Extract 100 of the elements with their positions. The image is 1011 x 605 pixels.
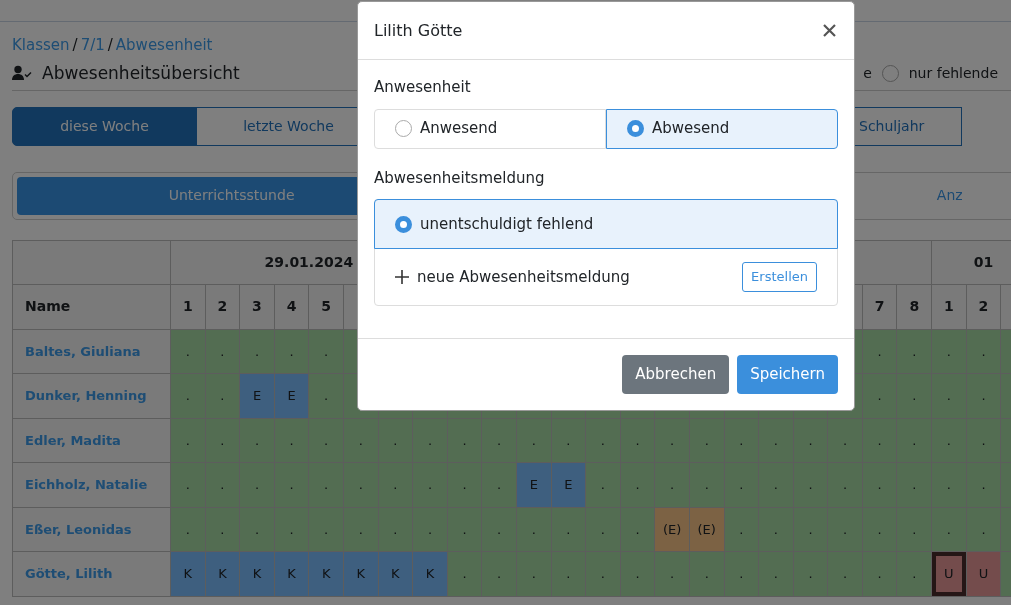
- attendance-cell[interactable]: .: [654, 551, 690, 596]
- attendance-cell[interactable]: .: [205, 373, 240, 418]
- attendance-cell[interactable]: .: [516, 507, 552, 552]
- attendance-cell[interactable]: .: [620, 507, 655, 552]
- attendance-cell[interactable]: E: [551, 462, 586, 507]
- attendance-cell[interactable]: .: [827, 507, 863, 552]
- attendance-cell[interactable]: .: [931, 462, 967, 507]
- attendance-cell[interactable]: .: [378, 418, 413, 463]
- attendance-cell[interactable]: K: [308, 551, 344, 596]
- attendance-cell[interactable]: .: [654, 462, 690, 507]
- attendance-cell[interactable]: .: [412, 507, 448, 552]
- attendance-cell[interactable]: .: [170, 373, 206, 418]
- attendance-cell[interactable]: .: [827, 551, 863, 596]
- attendance-cell[interactable]: .: [793, 551, 828, 596]
- attendance-cell[interactable]: .: [931, 329, 967, 374]
- attendance-cell[interactable]: K: [205, 551, 240, 596]
- attendance-cell[interactable]: E: [516, 462, 552, 507]
- attendance-cell[interactable]: (E): [689, 507, 724, 552]
- attendance-cell[interactable]: .: [724, 462, 759, 507]
- attendance-cell[interactable]: .: [378, 507, 413, 552]
- cancel-button[interactable]: Abbrechen: [622, 355, 730, 394]
- breadcrumb-link[interactable]: 7/1: [80, 34, 105, 57]
- attendance-cell[interactable]: .: [758, 462, 794, 507]
- attendance-cell[interactable]: .: [343, 507, 379, 552]
- attendance-cell[interactable]: .: [205, 329, 240, 374]
- attendance-cell[interactable]: .: [654, 418, 690, 463]
- attendance-cell[interactable]: .: [481, 418, 517, 463]
- attendance-cell[interactable]: .: [239, 507, 275, 552]
- attendance-cell[interactable]: .: [689, 551, 724, 596]
- attendance-cell[interactable]: .: [447, 462, 482, 507]
- attendance-cell[interactable]: .: [896, 373, 932, 418]
- attendance-cell[interactable]: .: [170, 329, 206, 374]
- student-name-link[interactable]: Edler, Madita: [25, 432, 121, 448]
- attendance-cell[interactable]: .: [274, 418, 309, 463]
- attendance-cell[interactable]: .: [308, 507, 344, 552]
- attendance-cell[interactable]: .: [308, 329, 344, 374]
- attendance-cell[interactable]: .: [481, 462, 517, 507]
- attendance-cell[interactable]: .: [896, 462, 932, 507]
- attendance-cell[interactable]: .: [724, 418, 759, 463]
- student-name-link[interactable]: Eßer, Leonidas: [25, 521, 132, 537]
- attendance-cell[interactable]: .: [896, 551, 932, 596]
- attendance-cell[interactable]: K: [412, 551, 448, 596]
- attendance-cell[interactable]: .: [724, 507, 759, 552]
- attendance-cell[interactable]: .: [481, 551, 517, 596]
- attendance-cell[interactable]: K: [378, 551, 413, 596]
- attendance-cell[interactable]: .: [966, 329, 1001, 374]
- attendance-cell[interactable]: .: [239, 329, 275, 374]
- attendance-cell[interactable]: .: [862, 373, 897, 418]
- attendance-cell[interactable]: .: [966, 418, 1001, 463]
- attendance-cell[interactable]: K: [274, 551, 309, 596]
- save-button[interactable]: Speichern: [737, 355, 838, 394]
- attendance-cell[interactable]: .: [966, 507, 1001, 552]
- attendance-cell[interactable]: .: [620, 418, 655, 463]
- attendance-cell[interactable]: .: [862, 462, 897, 507]
- attendance-cell[interactable]: .: [516, 418, 552, 463]
- attendance-cell[interactable]: .: [758, 551, 794, 596]
- attendance-cell[interactable]: .: [308, 462, 344, 507]
- attendance-cell[interactable]: .: [205, 507, 240, 552]
- radio-button[interactable]: [881, 64, 899, 82]
- attendance-cell[interactable]: .: [758, 418, 794, 463]
- attendance-cell[interactable]: .: [205, 418, 240, 463]
- attendance-cell[interactable]: .: [793, 507, 828, 552]
- attendance-cell[interactable]: .: [896, 418, 932, 463]
- attendance-option[interactable]: Anwesend: [374, 108, 606, 149]
- attendance-cell[interactable]: .: [585, 418, 621, 463]
- attendance-cell[interactable]: .: [274, 329, 309, 374]
- attendance-cell[interactable]: .: [170, 418, 206, 463]
- attendance-cell[interactable]: .: [551, 418, 586, 463]
- attendance-cell[interactable]: .: [239, 462, 275, 507]
- attendance-cell[interactable]: .: [343, 462, 379, 507]
- attendance-cell[interactable]: .: [966, 373, 1001, 418]
- attendance-cell[interactable]: E: [239, 373, 275, 418]
- attendance-cell[interactable]: .: [239, 418, 275, 463]
- attendance-cell[interactable]: .: [862, 329, 897, 374]
- breadcrumb-link[interactable]: Klassen: [12, 34, 70, 57]
- attendance-cell[interactable]: .: [412, 418, 448, 463]
- student-name-link[interactable]: Götte, Lilith: [25, 566, 113, 581]
- attendance-cell[interactable]: .: [412, 462, 448, 507]
- period-tab[interactable]: diese Woche: [12, 106, 197, 146]
- attendance-option[interactable]: Abwesend: [606, 108, 838, 149]
- attendance-cell[interactable]: U: [931, 551, 967, 596]
- attendance-cell[interactable]: U: [966, 551, 1001, 596]
- attendance-cell[interactable]: .: [551, 507, 586, 552]
- attendance-cell[interactable]: .: [758, 507, 794, 552]
- attendance-cell[interactable]: .: [447, 551, 482, 596]
- breadcrumb-link[interactable]: Abwesenheit: [115, 34, 213, 57]
- attendance-cell[interactable]: .: [585, 462, 621, 507]
- attendance-cell[interactable]: .: [308, 373, 344, 418]
- student-name-link[interactable]: Eichholz, Natalie: [25, 477, 148, 492]
- attendance-cell[interactable]: .: [862, 551, 897, 596]
- attendance-cell[interactable]: .: [931, 418, 967, 463]
- attendance-cell[interactable]: .: [931, 373, 967, 418]
- attendance-cell[interactable]: .: [827, 418, 863, 463]
- attendance-cell[interactable]: .: [274, 462, 309, 507]
- attendance-cell[interactable]: .: [585, 507, 621, 552]
- attendance-cell[interactable]: .: [378, 462, 413, 507]
- attendance-cell[interactable]: .: [724, 551, 759, 596]
- attendance-cell[interactable]: .: [862, 418, 897, 463]
- attendance-cell[interactable]: .: [205, 462, 240, 507]
- attendance-cell[interactable]: .: [862, 507, 897, 552]
